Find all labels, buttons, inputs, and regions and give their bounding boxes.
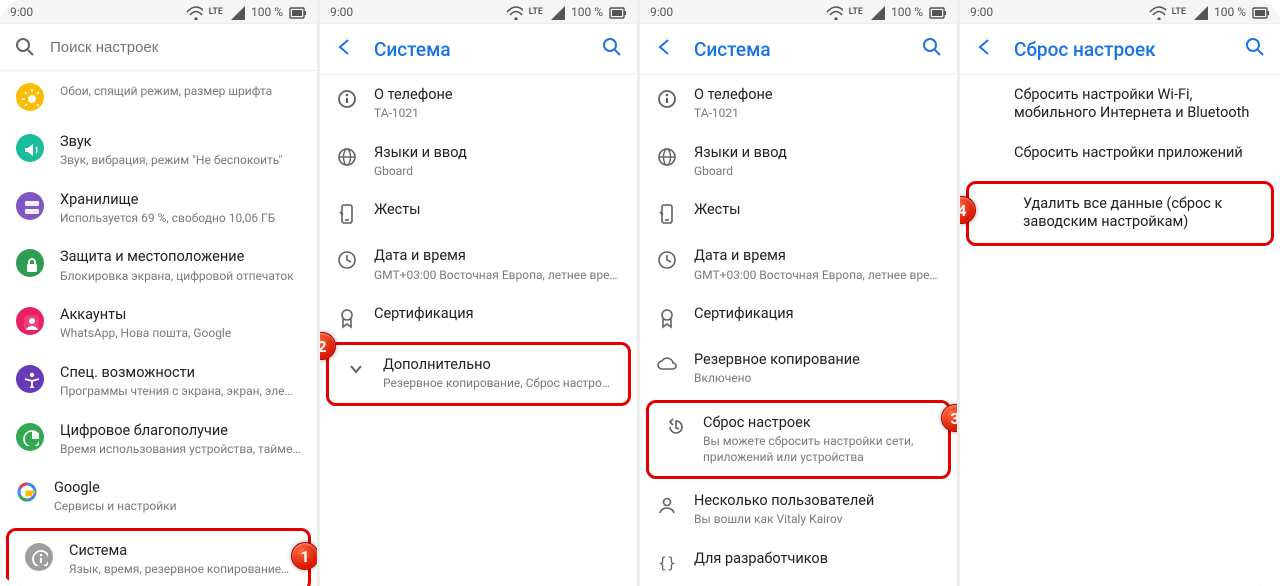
- wifi-icon: [825, 4, 843, 20]
- accessibility-icon: [16, 365, 44, 393]
- pane-settings-root: 9:00 LTE 100 % Обои, спящий режим, разме…: [0, 0, 320, 586]
- account-icon: [16, 307, 44, 335]
- gesture-icon: [656, 203, 678, 225]
- item-about-phone[interactable]: О телефонеTA-1021: [320, 75, 637, 133]
- back-button[interactable]: [654, 36, 676, 62]
- search-button[interactable]: [921, 36, 943, 62]
- lte-label: LTE: [209, 7, 223, 17]
- item-reset-network[interactable]: Сбросить настройки Wi-Fi, мобильного Инт…: [960, 75, 1280, 133]
- item-reset-options[interactable]: Сброс настроекВы можете сбросить настрой…: [649, 403, 948, 476]
- item-security[interactable]: Защита и местоположениеБлокировка экрана…: [0, 237, 317, 295]
- wellbeing-icon: [16, 423, 44, 451]
- item-display[interactable]: Обои, спящий режим, размер шрифта: [0, 71, 317, 122]
- item-gestures[interactable]: Жесты: [640, 190, 957, 236]
- status-bar: 9:00 LTE100 %: [320, 0, 637, 24]
- wifi-icon: [1148, 4, 1166, 20]
- info-icon: [656, 88, 678, 110]
- info-icon: [336, 88, 358, 110]
- google-icon: [16, 481, 38, 503]
- battery-icon: [289, 4, 307, 20]
- battery-icon: [929, 4, 947, 20]
- item-languages[interactable]: Языки и вводGboard: [640, 133, 957, 191]
- status-bar: 9:00 LTE 100 %: [0, 0, 317, 24]
- search-icon: [14, 36, 36, 58]
- storage-icon: [16, 192, 44, 220]
- item-factory-reset[interactable]: Удалить все данные (сброс к заводским на…: [969, 184, 1271, 242]
- dev-icon: [656, 552, 678, 574]
- item-multiuser[interactable]: Несколько пользователейВы вошли как Vita…: [640, 481, 957, 539]
- info-icon: [25, 543, 53, 571]
- item-gestures[interactable]: Жесты: [320, 190, 637, 236]
- badge-icon: [336, 307, 358, 329]
- badge-icon: [656, 307, 678, 329]
- item-datetime[interactable]: Дата и времяGMT+03:00 Восточная Европа, …: [640, 236, 957, 294]
- signal-icon: [549, 4, 565, 20]
- wifi-icon: [185, 4, 203, 20]
- battery-icon: [609, 4, 627, 20]
- item-sound[interactable]: ЗвукЗвук, вибрация, режим "Не беспокоить…: [0, 122, 317, 180]
- page-title: Сброс настроек: [1014, 38, 1226, 61]
- item-certification[interactable]: Сертификация: [320, 294, 637, 340]
- highlight-reset: Сброс настроекВы можете сбросить настрой…: [646, 400, 951, 479]
- gesture-icon: [336, 203, 358, 225]
- clock-icon: [656, 249, 678, 271]
- globe-icon: [656, 146, 678, 168]
- item-developer[interactable]: Для разработчиков: [640, 539, 957, 585]
- status-time: 9:00: [330, 5, 353, 19]
- item-system[interactable]: СистемаЯзык, время, резервное копировани…: [9, 531, 308, 586]
- page-title: Система: [694, 38, 903, 61]
- item-datetime[interactable]: Дата и времяGMT+03:00 Восточная Европа, …: [320, 236, 637, 294]
- pane-reset: 9:00 LTE100 % Сброс настроек Сбросить на…: [960, 0, 1280, 586]
- cloud-icon: [656, 353, 678, 375]
- signal-icon: [1192, 4, 1208, 20]
- status-bar: 9:00 LTE100 %: [640, 0, 957, 24]
- item-reset-apps[interactable]: Сбросить настройки приложений: [960, 133, 1280, 179]
- highlight-factory-reset: Удалить все данные (сброс к заводским на…: [966, 181, 1274, 245]
- battery-icon: [1252, 4, 1270, 20]
- pane-system: 9:00 LTE100 % Система О телефонеTA-1021 …: [320, 0, 640, 586]
- item-accessibility[interactable]: Спец. возможностиПрограммы чтения с экра…: [0, 353, 317, 411]
- battery-pct: 100 %: [251, 5, 283, 19]
- settings-list: Обои, спящий режим, размер шрифта ЗвукЗв…: [0, 71, 317, 586]
- item-storage[interactable]: ХранилищеИспользуется 69 %, свободно 10,…: [0, 180, 317, 238]
- search-header[interactable]: [0, 24, 317, 71]
- step-badge-1: 1: [291, 542, 319, 570]
- page-title: Система: [374, 38, 583, 61]
- highlight-advanced: ДополнительноРезервное копирование, Сбро…: [326, 342, 631, 406]
- lock-icon: [16, 249, 44, 277]
- item-advanced[interactable]: ДополнительноРезервное копирование, Сбро…: [329, 345, 628, 403]
- back-button[interactable]: [974, 36, 996, 62]
- chevron-down-icon: [345, 358, 367, 380]
- signal-icon: [869, 4, 885, 20]
- item-languages[interactable]: Языки и вводGboard: [320, 133, 637, 191]
- clock-icon: [336, 249, 358, 271]
- item-wellbeing[interactable]: Цифровое благополучиеВремя использования…: [0, 411, 317, 469]
- item-about-phone[interactable]: О телефонеTA-1021: [640, 75, 957, 133]
- search-button[interactable]: [601, 36, 623, 62]
- highlight-system: СистемаЯзык, время, резервное копировани…: [6, 528, 311, 586]
- restore-icon: [665, 416, 687, 438]
- globe-icon: [336, 146, 358, 168]
- user-icon: [656, 494, 678, 516]
- item-accounts[interactable]: АккаунтыWhatsApp, Нова пошта, Google: [0, 295, 317, 353]
- header-system: Система: [320, 24, 637, 75]
- item-backup[interactable]: Резервное копированиеВключено: [640, 340, 957, 398]
- signal-icon: [229, 4, 245, 20]
- item-certification[interactable]: Сертификация: [640, 294, 957, 340]
- status-bar: 9:00 LTE100 %: [960, 0, 1280, 24]
- back-button[interactable]: [334, 36, 356, 62]
- status-time: 9:00: [10, 5, 33, 19]
- display-icon: [16, 83, 44, 111]
- sound-icon: [16, 134, 44, 162]
- pane-system-expanded: 9:00 LTE100 % Система О телефонеTA-1021 …: [640, 0, 960, 586]
- search-button[interactable]: [1244, 36, 1266, 62]
- item-google[interactable]: GoogleСервисы и настройки: [0, 468, 317, 526]
- search-input[interactable]: [50, 39, 303, 56]
- wifi-icon: [505, 4, 523, 20]
